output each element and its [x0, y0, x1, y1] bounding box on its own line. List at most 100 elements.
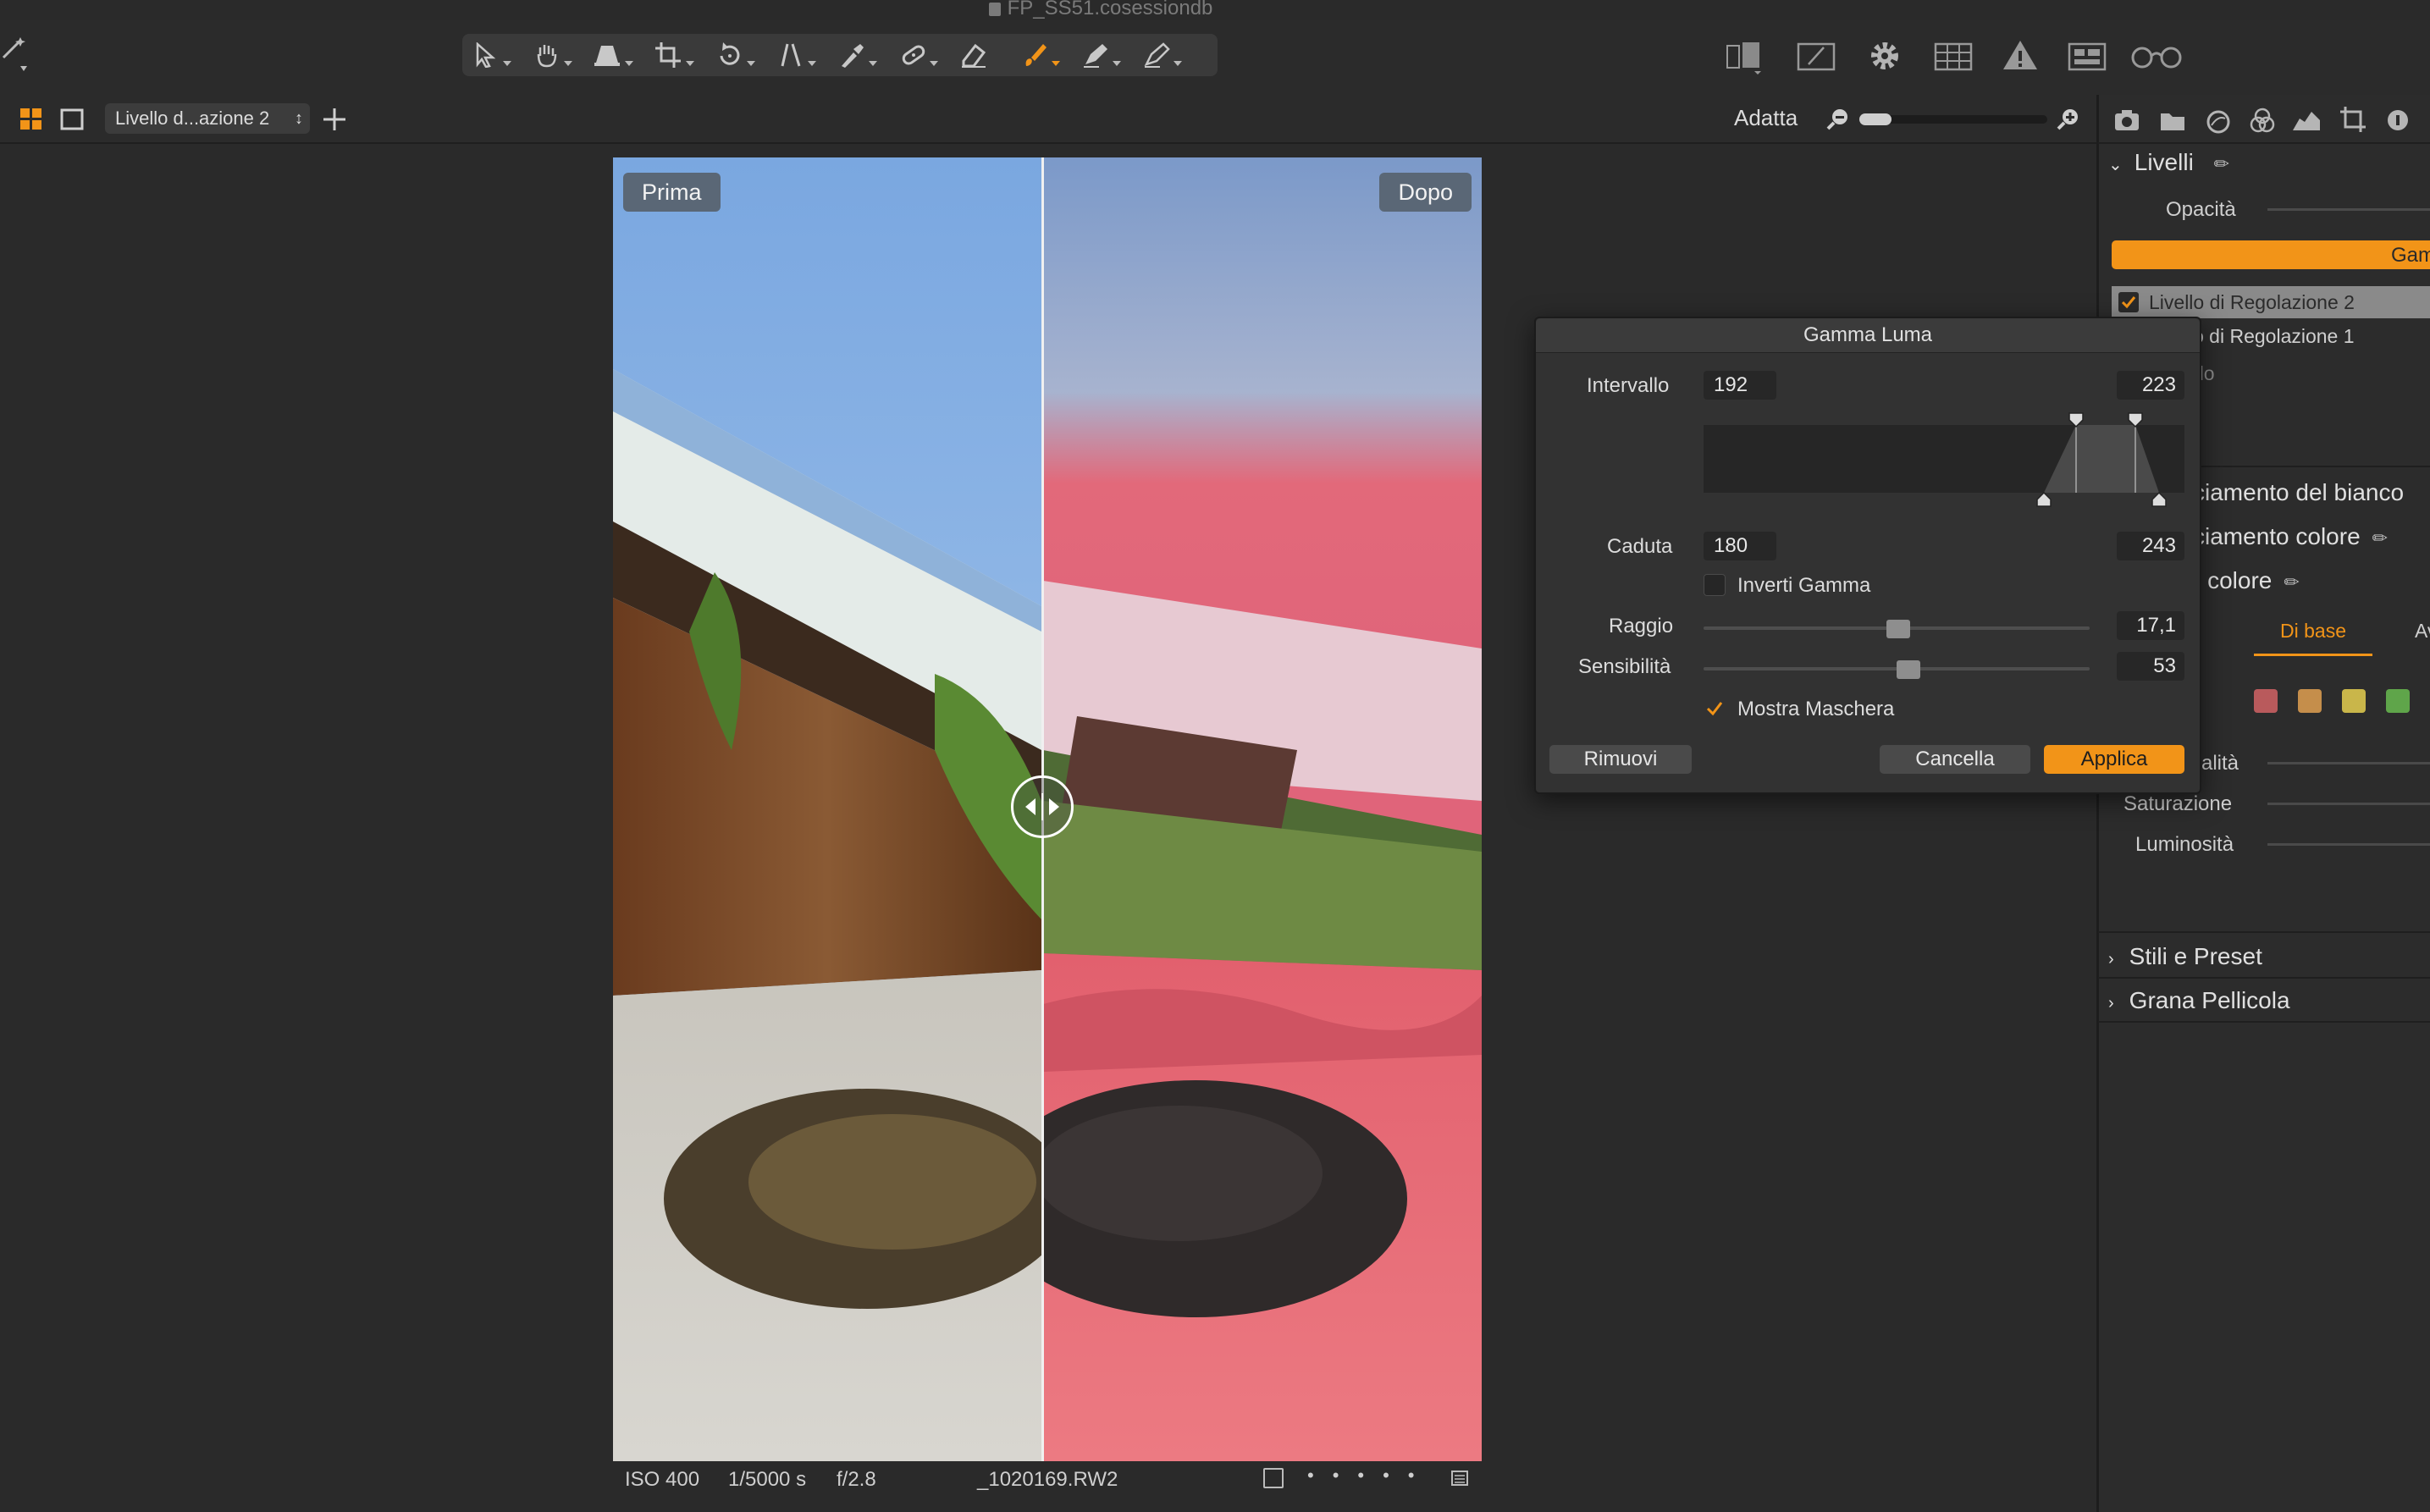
film-grain-section[interactable]: › Grana Pellicola: [2108, 987, 2290, 1014]
remove-button[interactable]: Rimuovi: [1549, 745, 1692, 774]
updown-chevron-icon: ↕: [295, 109, 303, 128]
luminosity-slider[interactable]: [2267, 843, 2430, 846]
color-wheels-icon[interactable]: [2247, 103, 2281, 137]
smoothness-label: alità: [2201, 752, 2239, 775]
layers-section-header[interactable]: ⌄ Livelli ✏: [2108, 149, 2229, 176]
draw-mask-icon[interactable]: [1072, 39, 1126, 71]
interval-high-input[interactable]: 223: [2117, 371, 2184, 400]
select-cursor-icon[interactable]: [462, 39, 516, 71]
panel-tab-bar: [2098, 95, 2430, 142]
heal-icon[interactable]: [889, 39, 943, 71]
layer-name[interactable]: o di Regolazione 1: [2193, 325, 2355, 348]
eyedropper-icon[interactable]: ✏: [2284, 571, 2299, 593]
layers-title: Livelli: [2134, 149, 2194, 175]
star-rating-dots[interactable]: •••••: [1307, 1465, 1433, 1487]
luminosity-label: Luminosità: [2135, 833, 2234, 856]
smoothness-slider[interactable]: [2267, 762, 2430, 764]
eraser-icon[interactable]: [950, 39, 1004, 71]
circle-icon[interactable]: [2203, 103, 2237, 137]
keystone-icon[interactable]: [584, 39, 638, 71]
layer-row-selected[interactable]: Livello di Regolazione 2: [2112, 286, 2430, 318]
warning-icon[interactable]: [1998, 34, 2044, 76]
zoom-in-icon[interactable]: [2056, 107, 2081, 132]
layout-icon[interactable]: [2066, 34, 2112, 76]
crop-tab-icon[interactable]: [2337, 103, 2371, 137]
rating-checkbox[interactable]: [1263, 1468, 1284, 1488]
zoom-out-icon[interactable]: [1825, 107, 1851, 132]
rotate-icon[interactable]: [706, 39, 760, 71]
list-icon[interactable]: [1451, 1470, 1468, 1487]
range-graph[interactable]: [1704, 411, 2184, 513]
color-balance-section[interactable]: ciamento colore ✏: [2193, 523, 2388, 550]
document-icon: [988, 3, 1001, 16]
radius-slider-thumb[interactable]: [1886, 620, 1910, 638]
add-layer-icon[interactable]: [322, 107, 347, 132]
tool-group: [462, 34, 1218, 76]
falloff-low-input[interactable]: 180: [1704, 532, 1776, 560]
layer-visible-checkbox[interactable]: [2118, 292, 2139, 312]
camera-icon[interactable]: [2112, 103, 2146, 137]
before-image: [613, 157, 1041, 1461]
falloff-high-input[interactable]: 243: [2117, 532, 2184, 560]
show-mask-checkbox[interactable]: [1704, 698, 1726, 720]
edit-icon[interactable]: [1795, 34, 1841, 76]
tab-advanced[interactable]: Av: [2415, 620, 2430, 643]
saturation-label: Saturazione: [2123, 792, 2233, 815]
radius-label: Raggio: [1609, 615, 1674, 637]
layer-type-button[interactable]: Gam: [2112, 240, 2430, 269]
chevron-down-icon: ⌄: [2108, 156, 2123, 174]
glasses-icon[interactable]: [2129, 34, 2188, 76]
before-label: Prima: [623, 173, 721, 212]
interval-low-input[interactable]: 192: [1704, 371, 1776, 400]
radius-input[interactable]: 17,1: [2117, 611, 2184, 640]
folder-icon[interactable]: [2157, 103, 2191, 137]
color-swatch-red[interactable]: [2254, 689, 2278, 713]
apply-button[interactable]: Applica: [2044, 745, 2184, 774]
color-swatch-yellow[interactable]: [2342, 689, 2366, 713]
picker-icon[interactable]: [828, 39, 882, 71]
cancel-button[interactable]: Cancella: [1880, 745, 2030, 774]
pan-hand-icon[interactable]: [523, 39, 577, 71]
zoom-fit-label[interactable]: Adatta: [1734, 105, 1798, 131]
eyedropper-icon[interactable]: ✏: [2372, 527, 2388, 549]
pen-icon[interactable]: [1133, 39, 1187, 71]
white-balance-section[interactable]: ciamento del bianco: [2193, 479, 2404, 506]
histogram-icon[interactable]: [2291, 103, 2325, 137]
single-view-icon[interactable]: [59, 107, 85, 132]
compare-icon[interactable]: [1722, 34, 1768, 76]
sensitivity-input[interactable]: 53: [2117, 652, 2184, 681]
color-swatch-orange[interactable]: [2298, 689, 2322, 713]
invert-gamma-label: Inverti Gamma: [1737, 574, 1871, 597]
iso-value: ISO 400: [625, 1468, 700, 1491]
split-handle-icon[interactable]: [1011, 775, 1074, 838]
straighten-icon[interactable]: [767, 39, 821, 71]
interval-label: Intervallo: [1587, 374, 1670, 397]
tab-basic[interactable]: Di base: [2254, 620, 2372, 656]
panel-divider: [2098, 142, 2430, 144]
invert-gamma-checkbox[interactable]: [1704, 574, 1726, 596]
chevron-right-icon: ›: [2108, 950, 2114, 968]
grid-icon[interactable]: [1932, 34, 1978, 76]
zoom-slider-thumb[interactable]: [1859, 113, 1892, 125]
brush-icon[interactable]: [1011, 39, 1065, 71]
filename: _1020169.RW2: [977, 1468, 1118, 1491]
settings-gear-icon[interactable]: [1863, 34, 1908, 76]
section-divider: [2098, 1021, 2430, 1023]
layer-select[interactable]: Livello d...azione 2 ↕: [105, 103, 310, 134]
layer-select-value: Livello d...azione 2: [115, 108, 270, 129]
multi-view-icon[interactable]: [19, 107, 44, 132]
color-swatch-green[interactable]: [2386, 689, 2410, 713]
sensitivity-label: Sensibilità: [1578, 655, 1671, 678]
layer-name: Livello di Regolazione 2: [2149, 291, 2355, 313]
photo[interactable]: Prima Dopo: [613, 157, 1482, 1461]
crop-icon[interactable]: [645, 39, 699, 71]
shutter-value: 1/5000 s: [728, 1468, 807, 1491]
styles-presets-section[interactable]: › Stili e Preset: [2108, 943, 2262, 970]
info-icon[interactable]: [2383, 103, 2416, 137]
sensitivity-slider-thumb[interactable]: [1897, 660, 1920, 679]
magic-wand-icon[interactable]: [0, 34, 34, 76]
opacity-slider[interactable]: [2267, 208, 2430, 211]
color-editor-section[interactable]: r colore ✏: [2193, 567, 2300, 594]
eyedropper-icon[interactable]: ✏: [2214, 153, 2229, 174]
saturation-slider[interactable]: [2267, 803, 2430, 805]
